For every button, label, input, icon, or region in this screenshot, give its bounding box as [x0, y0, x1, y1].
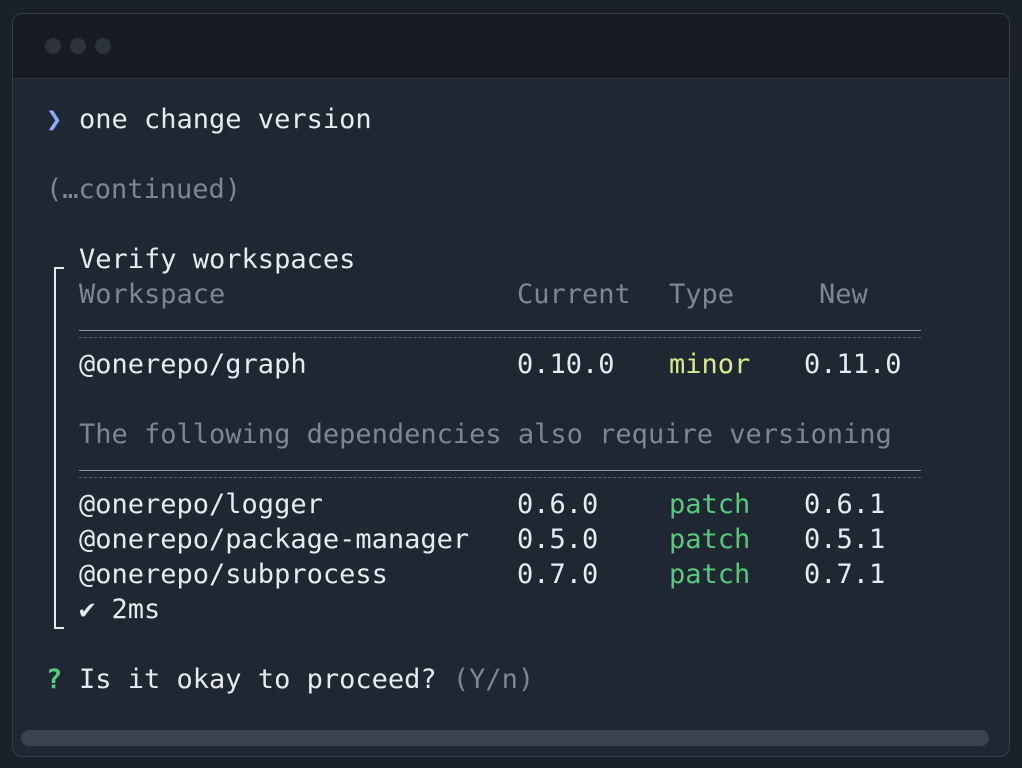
- dependency-row-workspace: @onerepo/logger: [79, 489, 323, 520]
- table-divider: [79, 337, 921, 338]
- timing-text: ✔ 2ms: [79, 594, 161, 625]
- dependency-row-type: patch: [669, 524, 751, 555]
- question-hint: (Y/n): [452, 664, 535, 695]
- table-row-new: 0.11.0: [804, 349, 902, 380]
- dependency-row-current: 0.6.0: [517, 489, 599, 520]
- dependency-row-new: 0.5.1: [804, 524, 886, 555]
- table-rule: [79, 330, 921, 331]
- section-title: Verify workspaces: [79, 244, 356, 275]
- column-header-workspace: Workspace: [79, 279, 226, 310]
- continued-text: (…continued): [46, 174, 242, 205]
- command-line: one change version: [79, 104, 372, 135]
- prompt-icon: ❯: [46, 104, 63, 135]
- section-bracket-bottom: [54, 627, 64, 629]
- column-header-type: Type: [669, 279, 735, 310]
- question-marker: ?: [46, 664, 63, 695]
- dependency-row-current: 0.5.0: [517, 524, 599, 555]
- column-header-new: New: [819, 279, 868, 310]
- minimize-window-button[interactable]: [70, 38, 86, 54]
- dependencies-divider: [79, 477, 921, 478]
- column-header-current: Current: [517, 279, 631, 310]
- terminal-output: ❯ one change version (…continued) Verify…: [13, 78, 1009, 728]
- dependencies-rule: [79, 470, 921, 471]
- table-row-workspace: @onerepo/graph: [79, 349, 307, 380]
- section-bracket-top: [54, 267, 64, 269]
- dependencies-note: The following dependencies also require …: [79, 419, 892, 450]
- terminal-window: ❯ one change version (…continued) Verify…: [12, 13, 1010, 757]
- table-row-current: 0.10.0: [517, 349, 615, 380]
- horizontal-scrollbar[interactable]: [21, 730, 989, 746]
- title-bar: [13, 14, 1009, 79]
- section-bracket-line: [54, 267, 56, 629]
- close-window-button[interactable]: [45, 38, 61, 54]
- dependency-row-workspace: @onerepo/package-manager: [79, 524, 470, 555]
- dependency-row-new: 0.6.1: [804, 489, 886, 520]
- table-row-type: minor: [669, 349, 751, 380]
- maximize-window-button[interactable]: [95, 38, 111, 54]
- question-text: Is it okay to proceed?: [79, 664, 437, 695]
- dependency-row-type: patch: [669, 559, 751, 590]
- dependency-row-current: 0.7.0: [517, 559, 599, 590]
- dependency-row-new: 0.7.1: [804, 559, 886, 590]
- dependency-row-workspace: @onerepo/subprocess: [79, 559, 388, 590]
- question-prompt[interactable]: Is it okay to proceed? (Y/n): [79, 663, 534, 697]
- dependency-row-type: patch: [669, 489, 751, 520]
